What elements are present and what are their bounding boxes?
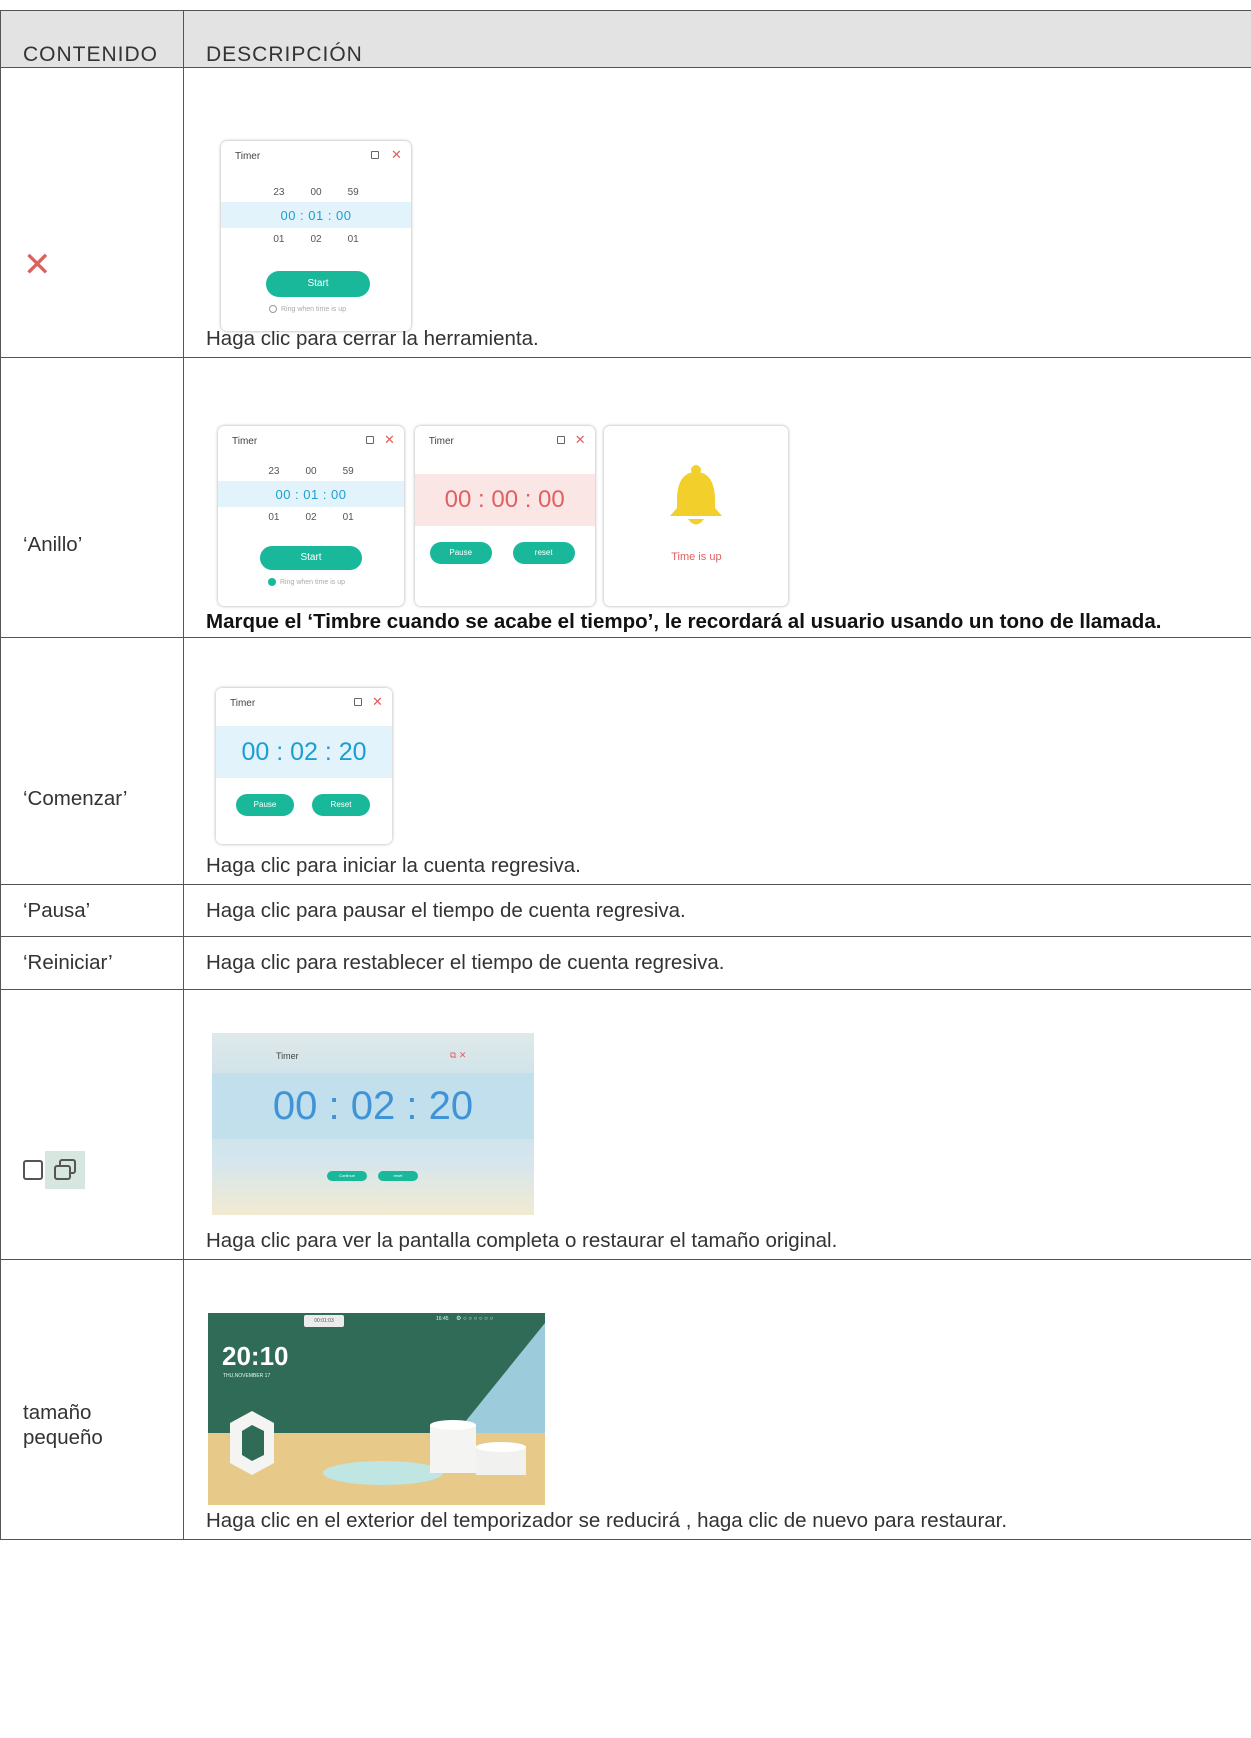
pause-button[interactable]: Pause — [429, 542, 492, 564]
check-icon — [268, 578, 276, 586]
close-icon[interactable]: ✕ — [391, 147, 402, 163]
timer-window: Timer ✕ 23 00 59 00 : 01 : 00 01 02 01 Start… — [221, 141, 411, 331]
row-fullscreen-description: Haga clic para ver la pantalla completa … — [206, 1229, 838, 1252]
restore-icon — [45, 1150, 85, 1189]
row-close-label-cell: ✕ — [0, 67, 184, 358]
row-ring-label-cell: ‘Anillo’ — [0, 357, 184, 638]
close-x-icon: ✕ — [23, 246, 52, 284]
row-fullscreen-label-cell — [0, 989, 184, 1260]
row-ring-label: ‘Anillo’ — [23, 533, 83, 556]
maximize-icon[interactable] — [556, 436, 565, 444]
start-button[interactable]: Start — [266, 271, 370, 297]
timer-window-ring: Timer ✕ 23 00 59 00 : 01 : 00 01 02 01 Start… — [218, 426, 404, 606]
row-close-desc-cell: Timer ✕ 23 00 59 00 : 01 : 00 01 02 01 Start… — [183, 67, 1251, 358]
status-time: 16:45 — [436, 1316, 449, 1322]
row-small-desc-cell: 00:01:03 16:45 ⚙ ○ ○ ○ ○ ○ ○ 20:10 THU,N… — [183, 1259, 1251, 1540]
timer-window-time-up: Time is up — [604, 426, 789, 606]
row-close-description: Haga clic para cerrar la herramienta. — [206, 327, 539, 350]
table-row: ‘Reiniciar’ Haga clic para restablecer e… — [0, 936, 1251, 990]
row-ring-desc-cell: Timer ✕ 23 00 59 00 : 01 : 00 01 02 01 Start… — [183, 357, 1251, 638]
running-time-red: 00 : 00 : 00 — [414, 474, 595, 526]
close-icon[interactable]: ✕ — [384, 432, 395, 448]
mini-timer[interactable]: 00:01:03 — [304, 1315, 344, 1327]
row-start-description: Haga clic para iniciar la cuenta regresi… — [206, 854, 581, 877]
ring-option[interactable]: Ring when time is up — [269, 305, 346, 313]
row-pause-description: Haga clic para pausar el tiempo de cuent… — [183, 884, 1251, 937]
close-icon[interactable]: ✕ — [575, 432, 586, 448]
bell-icon — [670, 465, 723, 525]
row-small-description: Haga clic en el exterior del temporizado… — [206, 1509, 1008, 1532]
content-table: CONTENIDO DESCRIPCIÓN ✕ Timer ✕ 23 00 59 0… — [0, 10, 1251, 1540]
table-row: ✕ Timer ✕ 23 00 59 00 : 01 : 00 01 02 01 Sta… — [0, 67, 1251, 358]
running-time-blue: 00 : 02 : 20 — [216, 726, 392, 778]
table-row: ‘Anillo’ Timer ✕ 23 00 59 00 : 01 : 00 01 0… — [0, 357, 1251, 638]
reset-button[interactable]: Reset — [312, 794, 370, 816]
table-row: ‘Pausa’ Haga clic para pausar el tiempo … — [0, 884, 1251, 937]
row-ring-description: Marque el ‘Timbre cuando se acabe el tie… — [206, 610, 1162, 633]
maximize-icon — [23, 1159, 43, 1180]
table-row: ‘Comenzar’ Timer ✕ 00 : 02 : 20 Pause Re… — [0, 637, 1251, 885]
desktop-date: THU,NOVEMBER 17 — [223, 1373, 271, 1379]
digits-above: 23 00 59 — [273, 187, 359, 198]
row-start-desc-cell: Timer ✕ 00 : 02 : 20 Pause Reset Haga cl… — [183, 637, 1251, 885]
fullscreen-time: 00 : 02 : 20 — [212, 1073, 534, 1139]
timer-window-running: Timer ✕ 00 : 00 : 00 Pause reset — [414, 426, 595, 606]
time-is-up-text: Time is up — [671, 551, 722, 563]
table-row: tamaño pequeño 00:01:03 16:45 ⚙ ○ ○ ○ ○ … — [0, 1259, 1251, 1540]
status-icons: ⚙ ○ ○ ○ ○ ○ ○ — [456, 1316, 494, 1322]
desktop-screenshot: 00:01:03 16:45 ⚙ ○ ○ ○ ○ ○ ○ 20:10 THU,N… — [208, 1313, 545, 1505]
radio-icon — [269, 305, 277, 313]
fullscreen-timer-screenshot: Timer ⧉ ✕ 00 : 02 : 20 Continue reset — [212, 1033, 534, 1215]
row-pause-label: ‘Pausa’ — [0, 884, 184, 937]
desktop-clock: 20:10 — [222, 1341, 289, 1371]
close-icon[interactable]: ✕ — [372, 694, 383, 710]
row-fullscreen-desc-cell: Timer ⧉ ✕ 00 : 02 : 20 Continue reset Ha… — [183, 989, 1251, 1260]
maximize-icon[interactable] — [354, 698, 362, 706]
pause-button[interactable]: Pause — [236, 794, 294, 816]
start-button[interactable]: Start — [260, 546, 362, 570]
table-row: Timer ⧉ ✕ 00 : 02 : 20 Continue reset Ha… — [0, 989, 1251, 1260]
selected-time[interactable]: 00 : 01 : 00 — [221, 202, 411, 228]
restore-close-icons: ⧉ ✕ — [450, 1050, 467, 1060]
row-small-label: tamaño pequeño — [23, 1400, 103, 1449]
header-contenido: CONTENIDO — [0, 10, 184, 68]
row-reset-description: Haga clic para restablecer el tiempo de … — [183, 936, 1251, 990]
maximize-icon[interactable] — [371, 151, 379, 159]
digits-below: 01 02 01 — [273, 234, 359, 245]
row-reset-label: ‘Reiniciar’ — [0, 936, 184, 990]
reset-button[interactable]: reset — [512, 542, 575, 564]
row-start-label-cell: ‘Comenzar’ — [0, 637, 184, 885]
timer-title: Timer — [235, 151, 261, 162]
maximize-icon[interactable] — [366, 436, 374, 444]
row-small-label-cell: tamaño pequeño — [0, 1259, 184, 1540]
row-start-label: ‘Comenzar’ — [23, 786, 128, 810]
ring-option-checked[interactable]: Ring when time is up — [268, 578, 345, 586]
timer-window-running-blue: Timer ✕ 00 : 02 : 20 Pause Reset — [216, 688, 392, 844]
table-header: CONTENIDO DESCRIPCIÓN — [0, 10, 1251, 68]
header-descripcion: DESCRIPCIÓN — [183, 10, 1251, 68]
